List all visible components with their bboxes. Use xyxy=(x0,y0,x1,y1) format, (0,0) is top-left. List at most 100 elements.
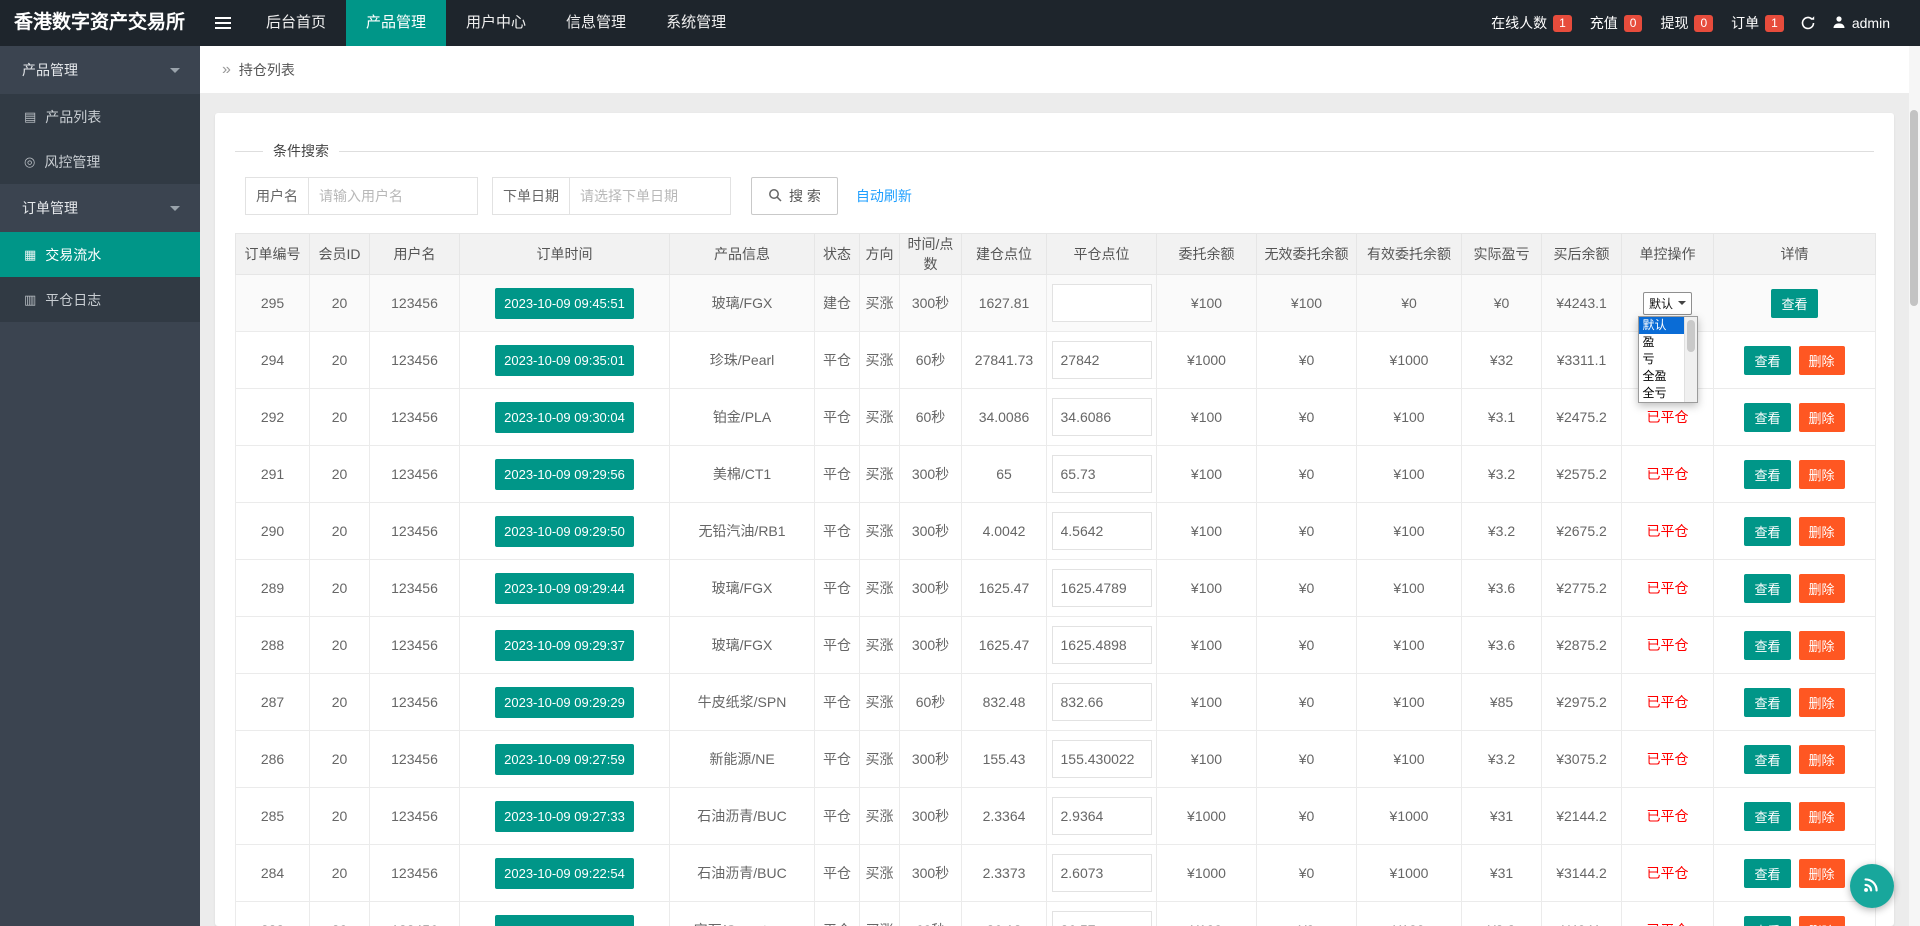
delete-button[interactable]: 删除 xyxy=(1798,801,1845,831)
view-button[interactable]: 查看 xyxy=(1744,630,1791,660)
dropdown-option[interactable]: 亏 xyxy=(1639,351,1684,368)
sidebar-item[interactable]: ▦ 交易流水 xyxy=(0,232,200,277)
order-no-cell: 292 xyxy=(235,388,310,446)
menu-toggle-icon[interactable] xyxy=(200,0,246,46)
detail-cell: 查看 xyxy=(1713,274,1876,332)
column-header: 买后余额 xyxy=(1541,233,1622,275)
close-point-input[interactable] xyxy=(1051,683,1152,721)
dropdown-option[interactable]: 全盈 xyxy=(1639,368,1684,385)
column-header: 状态 xyxy=(814,233,860,275)
open-point-cell: 34.0086 xyxy=(961,388,1047,446)
close-point-input[interactable] xyxy=(1051,797,1152,835)
auto-refresh-link[interactable]: 自动刷新 xyxy=(856,186,912,206)
product-cell: 美棉/CT1 xyxy=(669,445,815,503)
after-balance-cell: ¥3144.2 xyxy=(1541,844,1622,902)
control-select[interactable]: 默认 xyxy=(1642,291,1692,315)
delete-button[interactable]: 删除 xyxy=(1798,345,1845,375)
close-point-input[interactable] xyxy=(1051,284,1152,322)
open-point-cell: 1627.81 xyxy=(961,274,1047,332)
view-button[interactable]: 查看 xyxy=(1744,687,1791,717)
close-point-cell xyxy=(1046,730,1157,788)
delete-button[interactable]: 删除 xyxy=(1798,858,1845,888)
topbar-stat[interactable]: 在线人数 1 xyxy=(1491,13,1572,33)
sound-notification-button[interactable] xyxy=(1850,864,1894,908)
view-button[interactable]: 查看 xyxy=(1744,858,1791,888)
control-cell: 已平仓 xyxy=(1621,616,1714,674)
duration-cell: 300秒 xyxy=(899,730,962,788)
close-point-input[interactable] xyxy=(1051,626,1152,664)
top-nav-item[interactable]: 后台首页 xyxy=(246,0,346,46)
close-point-input[interactable] xyxy=(1051,911,1152,926)
invalid-entrust-cell: ¥0 xyxy=(1256,901,1357,926)
top-nav-item[interactable]: 产品管理 xyxy=(346,0,447,46)
status-cell: 平仓 xyxy=(814,730,860,788)
sidebar-item[interactable]: ▤ 产品列表 xyxy=(0,94,200,139)
view-button[interactable]: 查看 xyxy=(1744,744,1791,774)
profit-cell: ¥85 xyxy=(1461,673,1542,731)
detail-cell: 查看删除 xyxy=(1713,388,1876,446)
dropdown-scrollbar[interactable] xyxy=(1683,317,1697,402)
delete-button[interactable]: 删除 xyxy=(1798,573,1845,603)
close-point-input[interactable] xyxy=(1051,740,1152,778)
invalid-entrust-cell: ¥100 xyxy=(1256,274,1357,332)
close-point-cell xyxy=(1046,274,1157,332)
control-cell: 已平仓 xyxy=(1621,445,1714,503)
refresh-icon[interactable] xyxy=(1800,15,1816,31)
dropdown-option[interactable]: 全亏 xyxy=(1639,385,1684,402)
delete-button[interactable]: 删除 xyxy=(1798,459,1845,489)
status-cell: 建仓 xyxy=(814,274,860,332)
view-button[interactable]: 查看 xyxy=(1744,402,1791,432)
product-list-icon: ▤ xyxy=(24,108,37,124)
direction-cell: 买涨 xyxy=(859,901,900,926)
valid-entrust-cell: ¥100 xyxy=(1356,616,1462,674)
user-menu[interactable]: admin xyxy=(1832,15,1890,32)
product-cell: 玻璃/FGX xyxy=(669,616,815,674)
top-nav-item[interactable]: 系统管理 xyxy=(646,0,746,46)
page-scrollbar[interactable] xyxy=(1909,46,1920,926)
topbar-stat[interactable]: 订单 1 xyxy=(1731,13,1784,33)
top-nav-item[interactable]: 信息管理 xyxy=(546,0,646,46)
profit-cell: ¥3.6 xyxy=(1461,616,1542,674)
dropdown-option[interactable]: 盈 xyxy=(1639,334,1684,351)
username-input[interactable] xyxy=(308,177,478,215)
order-row: 287 20 123456 2023-10-09 09:29:29 牛皮纸浆/SPN 平仓… xyxy=(235,673,1876,731)
close-point-input[interactable] xyxy=(1051,341,1152,379)
view-button[interactable]: 查看 xyxy=(1771,288,1818,318)
delete-button[interactable]: 删除 xyxy=(1798,402,1845,432)
delete-button[interactable]: 删除 xyxy=(1798,915,1845,926)
sidebar-item[interactable]: ◎ 风控管理 xyxy=(0,139,200,184)
close-point-input[interactable] xyxy=(1051,455,1152,493)
topbar-stat[interactable]: 充值 0 xyxy=(1590,13,1643,33)
close-point-input[interactable] xyxy=(1051,512,1152,550)
top-nav-item[interactable]: 用户中心 xyxy=(446,0,546,46)
delete-button[interactable]: 删除 xyxy=(1798,630,1845,660)
topbar-stat[interactable]: 提现 0 xyxy=(1660,13,1714,33)
sidebar-group[interactable]: 产品管理 xyxy=(0,46,200,94)
delete-button[interactable]: 删除 xyxy=(1798,516,1845,546)
username-cell: 123456 xyxy=(369,331,460,389)
view-button[interactable]: 查看 xyxy=(1744,345,1791,375)
order-date-input[interactable] xyxy=(569,177,731,215)
dropdown-option[interactable]: 默认 xyxy=(1638,317,1684,334)
detail-cell: 查看删除 xyxy=(1713,502,1876,560)
close-point-cell xyxy=(1046,445,1157,503)
delete-button[interactable]: 删除 xyxy=(1798,744,1845,774)
order-time-badge: 2023-10-09 09:29:50 xyxy=(495,515,634,547)
sidebar-group[interactable]: 订单管理 xyxy=(0,184,200,232)
close-point-input[interactable] xyxy=(1051,569,1152,607)
closed-status-text: 已平仓 xyxy=(1646,637,1689,653)
view-button[interactable]: 查看 xyxy=(1744,573,1791,603)
valid-entrust-cell: ¥1000 xyxy=(1356,844,1462,902)
view-button[interactable]: 查看 xyxy=(1744,915,1791,926)
direction-cell: 买涨 xyxy=(859,844,900,902)
sidebar-item[interactable]: ▥ 平仓日志 xyxy=(0,277,200,322)
view-button[interactable]: 查看 xyxy=(1744,459,1791,489)
view-button[interactable]: 查看 xyxy=(1744,801,1791,831)
view-button[interactable]: 查看 xyxy=(1744,516,1791,546)
member-id-cell: 20 xyxy=(309,331,370,389)
delete-button[interactable]: 删除 xyxy=(1798,687,1845,717)
search-button[interactable]: 搜 索 xyxy=(751,177,838,215)
close-point-input[interactable] xyxy=(1051,398,1152,436)
scrollbar-thumb[interactable] xyxy=(1910,110,1918,306)
close-point-input[interactable] xyxy=(1051,854,1152,892)
